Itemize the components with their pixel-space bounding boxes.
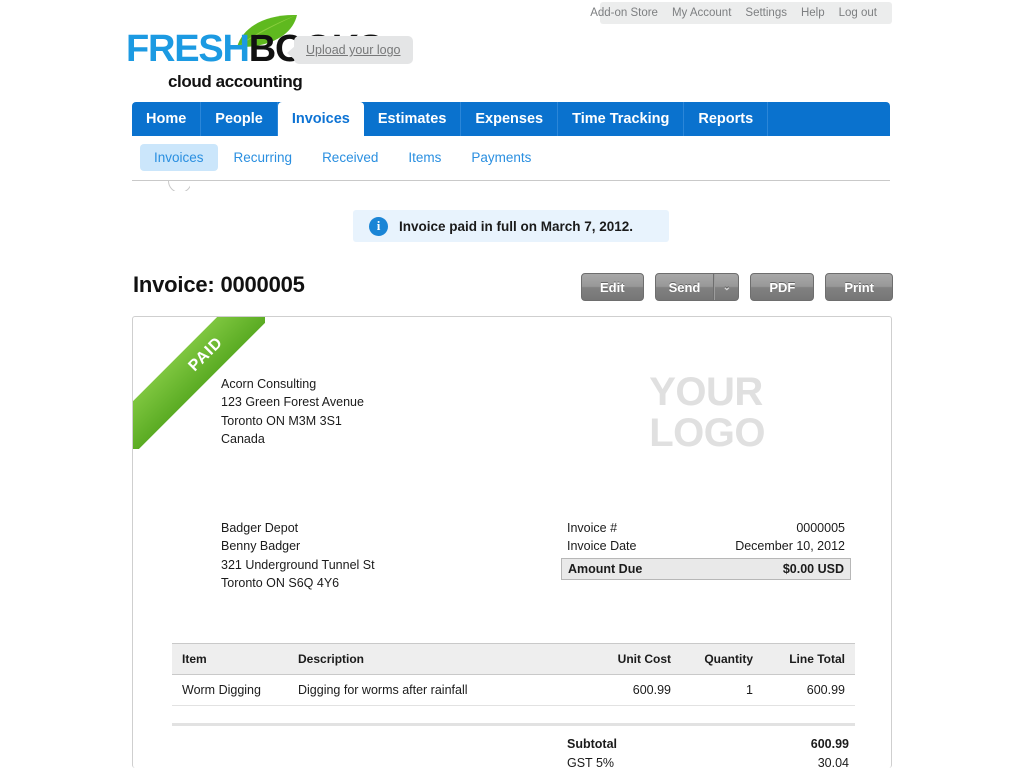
utility-nav: Add-on Store My Account Settings Help Lo… — [590, 2, 892, 24]
paid-ribbon-label: PAID — [185, 333, 227, 375]
nav-tab-people[interactable]: People — [201, 102, 278, 136]
nav-tab-home[interactable]: Home — [132, 102, 202, 136]
utility-link-addon-store[interactable]: Add-on Store — [583, 2, 665, 24]
utility-link-settings[interactable]: Settings — [738, 2, 794, 24]
nav-tab-invoices[interactable]: Invoices — [277, 102, 364, 136]
nav-filler — [768, 102, 890, 136]
amount-due-value: $0.00 USD — [782, 561, 844, 576]
table-row: Worm Digging Digging for worms after rai… — [172, 674, 855, 706]
page-root: Add-on Store My Account Settings Help Lo… — [0, 0, 1024, 768]
invoice-number-value: 0000005 — [796, 521, 845, 535]
cell-line-total: 600.99 — [763, 674, 855, 706]
invoice-date-label: Invoice Date — [567, 539, 637, 554]
column-header-line-total: Line Total — [763, 643, 855, 675]
client-address-line: Toronto ON S6Q 4Y6 — [221, 575, 340, 590]
nav-tab-estimates[interactable]: Estimates — [364, 102, 462, 136]
client-address-line: Benny Badger — [221, 539, 301, 554]
cell-unit-cost: 600.99 — [585, 674, 681, 706]
column-header-description: Description — [288, 643, 585, 675]
logo-placeholder: YOUR LOGO — [649, 372, 765, 454]
subnav-item-recurring[interactable]: Recurring — [220, 144, 307, 171]
invoice-date-value: December 10, 2012 — [735, 539, 845, 554]
main-navigation: Home People Invoices Estimates Expenses … — [132, 102, 890, 136]
nav-tab-reports[interactable]: Reports — [684, 102, 769, 136]
invoice-number-row: Invoice # 0000005 — [561, 519, 851, 537]
utility-link-help[interactable]: Help — [794, 2, 832, 24]
invoice-meta: Invoice # 0000005 Invoice Date December … — [561, 519, 851, 580]
subnav-item-payments[interactable]: Payments — [457, 144, 545, 171]
cell-quantity: 1 — [681, 674, 763, 706]
upload-logo-button[interactable]: Upload your logo — [287, 36, 413, 64]
column-header-unit-cost: Unit Cost — [585, 643, 681, 675]
send-button[interactable]: Send — [656, 274, 715, 300]
totals-divider — [172, 723, 855, 726]
upload-logo-label: Upload your logo — [306, 43, 401, 57]
invoice-number-label: Invoice # — [567, 521, 618, 535]
brand-tagline: cloud accounting — [168, 72, 303, 91]
send-button-group[interactable]: Send ⌄ — [654, 273, 740, 301]
brand-fresh: FRE — [126, 28, 200, 70]
brand-logo[interactable]: FRESHBOOKS cloud accounting Upload your … — [126, 14, 426, 92]
subnav-active-notch — [168, 181, 190, 191]
client-address-line: 321 Underground Tunnel St — [221, 557, 375, 572]
info-icon: i — [369, 216, 388, 236]
amount-due-row: Amount Due $0.00 USD — [561, 557, 851, 580]
sender-address-line: Canada — [221, 431, 265, 446]
subnav-divider — [132, 180, 890, 181]
invoice-actions: Edit Send ⌄ PDF Print — [581, 273, 893, 301]
subtotal-row: Subtotal 600.99 — [561, 735, 855, 754]
table-header-row: Item Description Unit Cost Quantity Line… — [172, 643, 855, 675]
cell-description: Digging for worms after rainfall — [288, 674, 585, 706]
page-title: Invoice: 0000005 — [133, 272, 305, 297]
subnav-item-items[interactable]: Items — [394, 144, 455, 171]
nav-tab-time-tracking[interactable]: Time Tracking — [558, 102, 685, 136]
sender-address-line: Acorn Consulting — [221, 377, 317, 391]
subnav-item-received[interactable]: Received — [308, 144, 392, 171]
logo-placeholder-line2: LOGO — [649, 410, 765, 455]
invoice-card: PAID YOUR LOGO Acorn Consulting 123 Gree… — [132, 316, 892, 768]
column-header-quantity: Quantity — [681, 643, 763, 675]
subtotal-value: 600.99 — [810, 737, 849, 751]
chevron-down-icon[interactable]: ⌄ — [714, 274, 738, 300]
cell-item: Worm Digging — [172, 674, 288, 706]
tax-value: 30.04 — [817, 756, 849, 768]
tax-label: GST 5% — [567, 756, 615, 768]
sender-address-line: Toronto ON M3M 3S1 — [221, 413, 342, 428]
line-items-table: Item Description Unit Cost Quantity Line… — [172, 643, 855, 706]
sender-address: Acorn Consulting 123 Green Forest Avenue… — [221, 375, 364, 448]
subnav-item-invoices[interactable]: Invoices — [140, 144, 218, 171]
invoice-date-row: Invoice Date December 10, 2012 — [561, 537, 851, 555]
sub-navigation: Invoices Recurring Received Items Paymen… — [140, 144, 545, 171]
amount-due-label: Amount Due — [568, 561, 643, 576]
client-address: Badger Depot Benny Badger 321 Undergroun… — [221, 519, 375, 592]
status-banner: i Invoice paid in full on March 7, 2012. — [353, 210, 669, 242]
column-header-item: Item — [172, 643, 288, 675]
sender-address-line: 123 Green Forest Avenue — [221, 395, 364, 410]
print-button[interactable]: Print — [825, 273, 893, 301]
utility-link-log-out[interactable]: Log out — [832, 2, 884, 24]
tax-row: GST 5% 30.04 — [561, 754, 855, 768]
client-address-line: Badger Depot — [221, 521, 299, 535]
logo-placeholder-line1: YOUR — [649, 370, 763, 414]
nav-tab-expenses[interactable]: Expenses — [461, 102, 559, 136]
pdf-button[interactable]: PDF — [750, 273, 815, 301]
edit-button[interactable]: Edit — [581, 273, 644, 301]
subtotal-label: Subtotal — [567, 737, 617, 751]
invoice-totals: Subtotal 600.99 GST 5% 30.04 — [561, 735, 855, 768]
utility-link-my-account[interactable]: My Account — [665, 2, 738, 24]
brand-sh: SH — [198, 28, 250, 70]
status-banner-text: Invoice paid in full on March 7, 2012. — [399, 218, 634, 234]
